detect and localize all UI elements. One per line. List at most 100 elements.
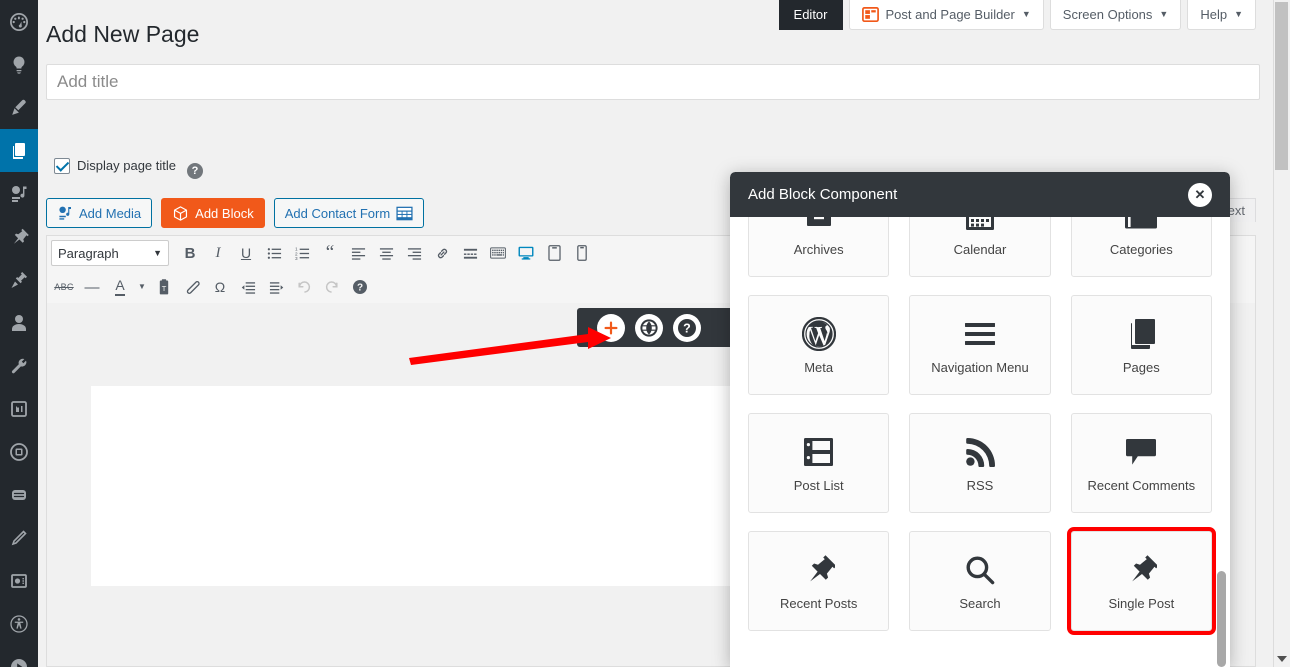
block-card-label: Recent Posts bbox=[780, 595, 858, 611]
block-card-rss[interactable]: RSS bbox=[909, 413, 1051, 513]
sidebar-item-plugins[interactable] bbox=[0, 258, 38, 301]
numbered-list-icon[interactable]: 123 bbox=[289, 240, 315, 266]
block-card-label: Single Post bbox=[1108, 595, 1175, 611]
clear-formatting-icon[interactable] bbox=[179, 274, 205, 300]
mobile-preview-icon[interactable] bbox=[569, 240, 595, 266]
keyboard-shortcuts-icon[interactable] bbox=[485, 240, 511, 266]
block-card-single-post[interactable]: Single Post bbox=[1066, 527, 1216, 635]
block-card-post-list[interactable]: Post List bbox=[748, 413, 890, 513]
format-select[interactable]: Paragraph ▼ bbox=[51, 240, 169, 266]
strikethrough-icon[interactable]: ABC bbox=[51, 274, 77, 300]
add-media-label: Add Media bbox=[79, 205, 142, 221]
paste-as-text-icon[interactable]: T bbox=[151, 274, 177, 300]
display-page-title-row: Display page title ? bbox=[54, 152, 203, 179]
pages-icon bbox=[13, 142, 25, 159]
sidebar-item-forms[interactable] bbox=[0, 473, 38, 516]
pin-icon bbox=[1125, 552, 1158, 588]
sidebar-item-edit[interactable] bbox=[0, 516, 38, 559]
link-icon[interactable] bbox=[429, 240, 455, 266]
modal-title: Add Block Component bbox=[748, 186, 898, 203]
increase-indent-icon[interactable] bbox=[263, 274, 289, 300]
page-builder-icon bbox=[861, 7, 879, 22]
block-card-label: Post List bbox=[793, 477, 844, 493]
sidebar-item-tools[interactable] bbox=[0, 344, 38, 387]
wrench-icon bbox=[11, 358, 27, 373]
blockquote-icon[interactable]: “ bbox=[317, 240, 343, 266]
chevron-down-icon: ▼ bbox=[1159, 9, 1169, 19]
plug-icon bbox=[11, 271, 27, 288]
search-icon bbox=[965, 552, 995, 588]
block-help-icon[interactable]: ? bbox=[673, 313, 701, 342]
help-label: Help bbox=[1200, 7, 1228, 22]
sidebar-item-media[interactable] bbox=[0, 172, 38, 215]
sidebar-item-comments[interactable] bbox=[0, 215, 38, 258]
sidebar-item-dashboard[interactable] bbox=[0, 0, 38, 43]
block-card-calendar[interactable]: Calendar bbox=[909, 217, 1051, 277]
underline-icon[interactable]: U bbox=[233, 240, 259, 266]
sidebar-item-posts[interactable] bbox=[0, 86, 38, 129]
horizontal-rule-icon[interactable]: — bbox=[79, 274, 105, 300]
add-block-plus-icon[interactable] bbox=[597, 313, 625, 342]
read-more-icon[interactable] bbox=[457, 240, 483, 266]
undo-icon[interactable] bbox=[291, 274, 317, 300]
sidebar-item-settings[interactable] bbox=[0, 387, 38, 430]
add-media-button[interactable]: Add Media bbox=[46, 198, 153, 228]
add-contact-form-button[interactable]: Add Contact Form bbox=[273, 198, 425, 228]
browser-scrollbar-thumb[interactable] bbox=[1275, 2, 1288, 170]
help-button[interactable]: Help ▼ bbox=[1187, 0, 1256, 30]
text-color-caret-icon[interactable]: ▼ bbox=[135, 274, 149, 300]
rss-icon bbox=[965, 434, 995, 470]
globe-icon[interactable] bbox=[635, 313, 663, 342]
decrease-indent-icon[interactable] bbox=[235, 274, 261, 300]
editor-tab[interactable]: Editor bbox=[778, 0, 843, 30]
media-icon bbox=[59, 206, 71, 220]
brush-icon bbox=[12, 99, 26, 115]
page-builder-button[interactable]: Post and Page Builder ▼ bbox=[848, 0, 1044, 30]
block-card-recent-comments[interactable]: Recent Comments bbox=[1070, 413, 1212, 513]
italic-icon[interactable]: I bbox=[205, 240, 231, 266]
sidebar-item-accessibility[interactable] bbox=[0, 602, 38, 645]
screen-options-button[interactable]: Screen Options ▼ bbox=[1049, 0, 1182, 30]
scroll-down-arrow-icon[interactable] bbox=[1277, 656, 1287, 662]
sidebar-item-pages[interactable] bbox=[0, 129, 38, 172]
block-card-pages[interactable]: Pages bbox=[1070, 295, 1212, 395]
display-page-title-checkbox[interactable] bbox=[54, 157, 70, 174]
play-icon bbox=[11, 658, 27, 667]
keyboard-help-icon[interactable]: ? bbox=[347, 274, 373, 300]
desktop-preview-icon[interactable] bbox=[513, 240, 539, 266]
block-card-search[interactable]: Search bbox=[909, 531, 1051, 631]
modal-scrollbar-thumb[interactable] bbox=[1217, 571, 1226, 667]
title-input[interactable] bbox=[46, 64, 1260, 100]
wordpress-icon bbox=[801, 316, 836, 352]
sidebar-item-gallery[interactable] bbox=[0, 559, 38, 602]
redo-icon[interactable] bbox=[319, 274, 345, 300]
align-left-icon[interactable] bbox=[345, 240, 371, 266]
block-card-meta[interactable]: Meta bbox=[748, 295, 890, 395]
add-block-button[interactable]: Add Block bbox=[161, 198, 265, 228]
sidebar-item-users[interactable] bbox=[0, 301, 38, 344]
block-card-archives[interactable]: Archives bbox=[748, 217, 890, 277]
pin-icon bbox=[803, 552, 835, 588]
svg-text:3: 3 bbox=[295, 256, 298, 261]
tablet-preview-icon[interactable] bbox=[541, 240, 567, 266]
special-character-icon[interactable]: Ω bbox=[207, 274, 233, 300]
modal-scrollbar[interactable] bbox=[1217, 217, 1226, 667]
close-icon[interactable]: ✕ bbox=[1188, 182, 1212, 207]
text-color-icon[interactable]: A bbox=[107, 274, 133, 300]
block-card-categories[interactable]: Categories bbox=[1070, 217, 1212, 277]
modal-body: Archives Calendar Categories Meta Navigation… bbox=[730, 217, 1230, 667]
block-card-navigation-menu[interactable]: Navigation Menu bbox=[909, 295, 1051, 395]
sidebar-item-media-player[interactable] bbox=[0, 645, 38, 667]
align-right-icon[interactable] bbox=[401, 240, 427, 266]
archive-icon bbox=[802, 217, 836, 234]
help-icon[interactable]: ? bbox=[187, 163, 203, 179]
pencil-icon bbox=[11, 529, 27, 545]
block-card-recent-posts[interactable]: Recent Posts bbox=[748, 531, 890, 631]
sidebar-item-builder[interactable] bbox=[0, 430, 38, 473]
align-center-icon[interactable] bbox=[373, 240, 399, 266]
browser-scrollbar[interactable] bbox=[1273, 0, 1290, 667]
bold-icon[interactable]: B bbox=[177, 240, 203, 266]
bulleted-list-icon[interactable] bbox=[261, 240, 287, 266]
block-float-toolbar: ? bbox=[577, 308, 743, 347]
sidebar-item-highlights[interactable] bbox=[0, 43, 38, 86]
